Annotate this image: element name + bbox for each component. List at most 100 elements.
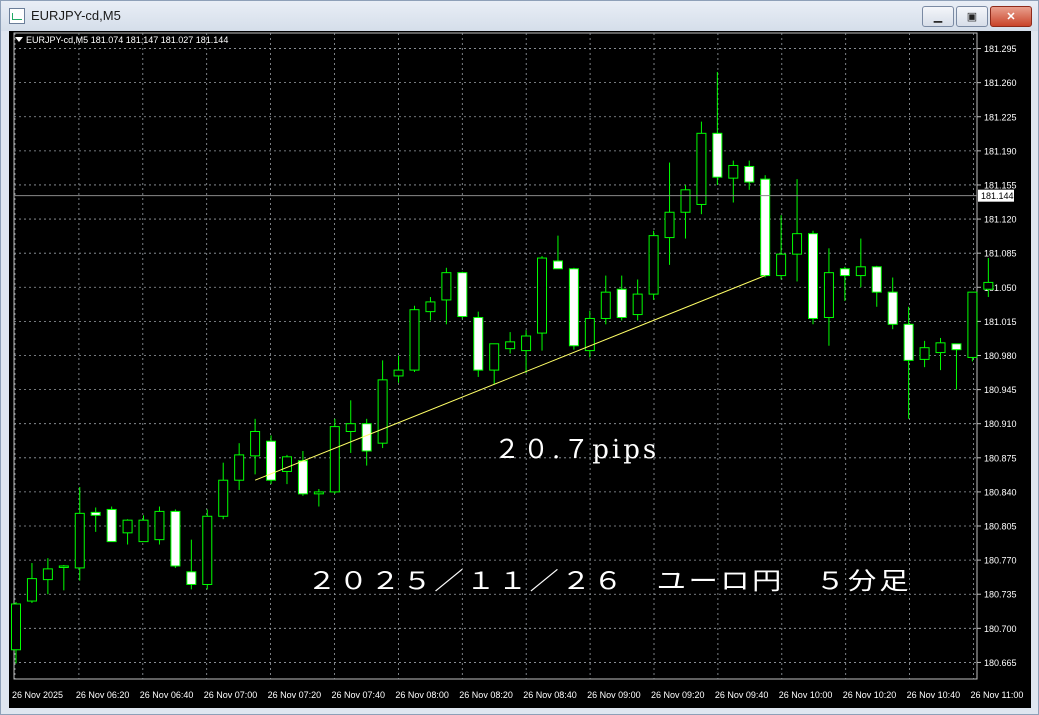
symbol-header: EURJPY-cd,M5 181.074 181.147 181.027 181… [15,35,228,45]
y-tick-label: 181.120 [984,215,1017,225]
chart-window: EURJPY-cd,M5 ▁ ▣ ✕ 181.295 181.260 181.225… [0,0,1039,715]
candle-body-bullish [11,603,21,651]
close-button[interactable]: ✕ [990,6,1032,27]
candle-body-bearish [297,460,308,495]
y-tick-label: 180.735 [984,590,1017,600]
chart-window-icon [9,8,25,24]
y-tick-label: 181.295 [984,44,1017,54]
candle-body-bullish [281,456,292,472]
candle-body-bullish [154,510,165,541]
minimize-button[interactable]: ▁ [922,6,954,27]
x-tick-label: 26 Nov 08:00 [395,690,449,700]
x-tick-label: 26 Nov 07:00 [204,690,258,700]
x-tick-label: 26 Nov 10:00 [779,690,833,700]
y-tick-label: 180.665 [984,658,1017,668]
candle-body-bullish [313,491,324,495]
y-tick-label: 180.945 [984,385,1017,395]
candle-body-bearish [887,291,898,325]
candle-body-bullish [664,211,675,239]
price-chart[interactable]: 181.295 181.260 181.225 181.190 181.155 181.1… [9,31,1031,708]
window-title: EURJPY-cd,M5 [31,8,121,23]
candle-body-bullish [329,426,340,493]
candle-body-bullish [138,519,149,543]
symbol-header-text: EURJPY-cd,M5 181.074 181.147 181.027 181… [26,35,229,45]
candle-body-bullish [345,423,356,432]
candle-body-bearish [760,178,771,277]
candle-body-bullish [26,578,37,602]
candle-body-bullish [935,342,946,354]
candle-body-bearish [457,272,468,318]
candle-body-bullish [234,454,245,481]
candle-body-bullish [919,347,930,360]
candle-body-bullish [776,253,787,277]
candle-body-bullish [505,341,516,350]
candle-body-bearish [903,323,914,361]
candle-body-bullish [983,281,994,290]
candle-body-bullish [218,479,229,517]
candle-body-bullish [393,369,404,377]
y-tick-label: 180.700 [984,624,1017,634]
y-tick-label: 180.805 [984,522,1017,532]
x-tick-label: 26 Nov 09:00 [587,690,641,700]
candle-body-bearish [616,288,627,318]
x-tick-label: 26 Nov 09:40 [715,690,769,700]
candle-body-bearish [951,343,962,351]
x-tick-label: 26 Nov 2025 [12,690,63,700]
current-price-label: 181.144 [981,191,1014,201]
candle-body-bearish [871,266,882,293]
candle-body-bullish [409,309,420,371]
candle-body-bullish [202,515,213,585]
candle-body-bullish [489,343,500,371]
y-tick-label: 180.875 [984,453,1017,463]
x-tick-label: 26 Nov 07:40 [332,690,386,700]
y-tick-label: 181.260 [984,78,1017,88]
candle-body-bearish [808,233,818,319]
candle-body-bullish [823,272,834,318]
candle-body-bearish [744,165,755,183]
x-tick-label: 26 Nov 09:20 [651,690,705,700]
x-tick-label: 26 Nov 06:40 [140,690,194,700]
y-tick-label: 181.155 [984,180,1017,190]
candle-body-bullish [521,335,532,352]
y-tick-label: 181.190 [984,146,1017,156]
candle-body-bullish [425,301,436,313]
y-tick-label: 181.015 [984,317,1017,327]
candle-body-bullish [122,519,133,534]
candlestick-chart[interactable]: 181.295181.260181.225181.190181.155181.1… [9,31,1031,708]
candle-body-bullish [250,430,261,457]
y-tick-label: 180.980 [984,351,1017,361]
title-bar[interactable]: EURJPY-cd,M5 ▁ ▣ ✕ [1,1,1038,31]
y-tick-label: 181.225 [984,112,1017,122]
candle-body-bullish [696,132,707,205]
candle-body-bullish [74,512,85,569]
candle-body-bullish [58,565,69,568]
candle-body-bullish [537,257,548,334]
x-tick-label: 26 Nov 11:00 [971,690,1024,700]
candle-body-bullish [42,568,53,581]
restore-button[interactable]: ▣ [956,6,988,27]
x-tick-label: 26 Nov 08:40 [523,690,577,700]
candle-body-bullish [377,379,388,444]
candle-body-bullish [632,293,643,316]
candle-body-bearish [90,511,101,516]
candle-body-bullish [855,266,866,277]
candle-body-bullish [600,291,611,319]
candle-body-bearish [839,268,850,277]
candle-body-bearish [361,423,372,452]
dropdown-triangle-icon[interactable] [15,37,23,42]
candle-body-bullish [967,291,978,358]
candle-body-bullish [728,164,739,179]
candle-body-bearish [106,508,117,543]
candle-body-bullish [441,272,452,301]
x-tick-label: 26 Nov 08:20 [459,690,513,700]
x-tick-label: 26 Nov 07:20 [268,690,322,700]
x-tick-label: 26 Nov 10:40 [907,690,961,700]
y-tick-label: 180.770 [984,556,1017,566]
y-tick-label: 180.840 [984,487,1017,497]
pips-annotation: ２０.７pips [494,435,659,465]
y-tick-label: 180.910 [984,419,1017,429]
candle-body-bearish [712,132,723,178]
candle-body-bullish [648,235,659,295]
y-tick-label: 181.085 [984,249,1017,259]
candle-body-bearish [473,316,484,371]
